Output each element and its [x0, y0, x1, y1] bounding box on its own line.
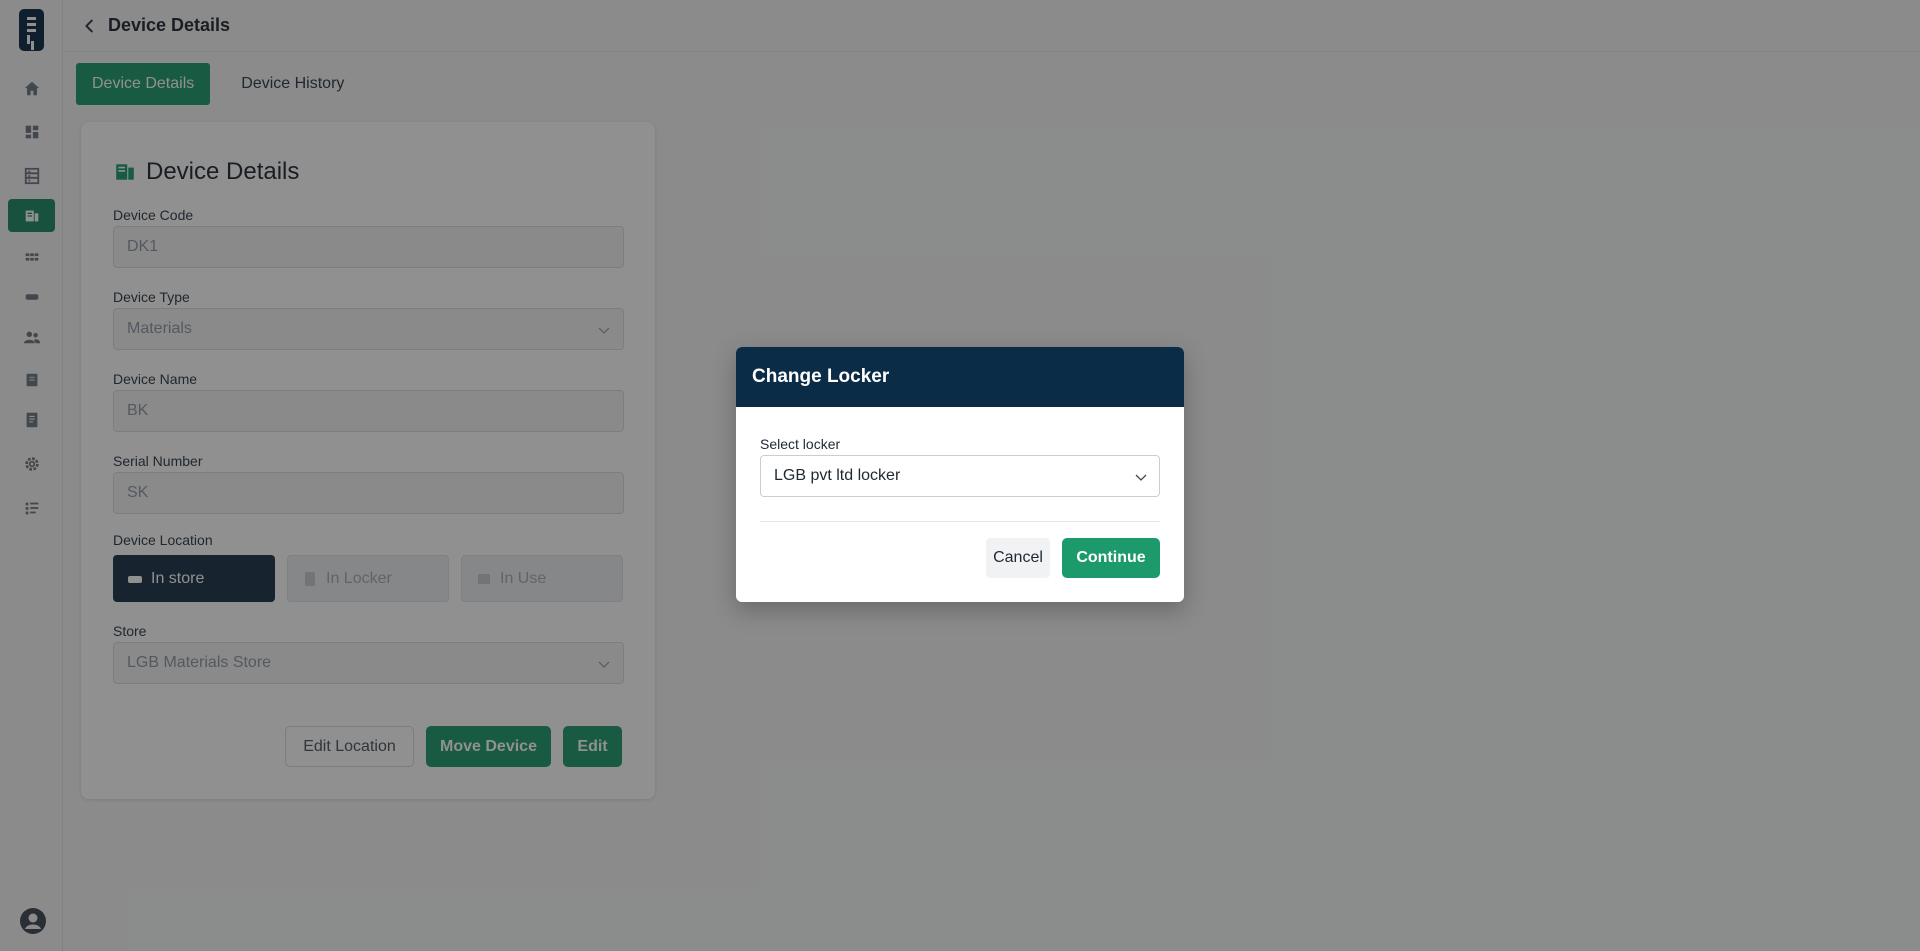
modal-header: Change Locker [736, 347, 1184, 407]
modal-divider [760, 521, 1160, 522]
cancel-button[interactable]: Cancel [986, 538, 1050, 578]
select-locker-label: Select locker [760, 436, 841, 452]
modal-title: Change Locker [752, 366, 890, 387]
locker-select[interactable]: LGB pvt ltd locker [760, 455, 1160, 497]
continue-button[interactable]: Continue [1062, 538, 1160, 578]
chevron-down-icon [1135, 474, 1147, 481]
change-locker-modal: Change Locker Select locker LGB pvt ltd … [736, 347, 1184, 602]
locker-select-value: LGB pvt ltd locker [774, 467, 901, 484]
